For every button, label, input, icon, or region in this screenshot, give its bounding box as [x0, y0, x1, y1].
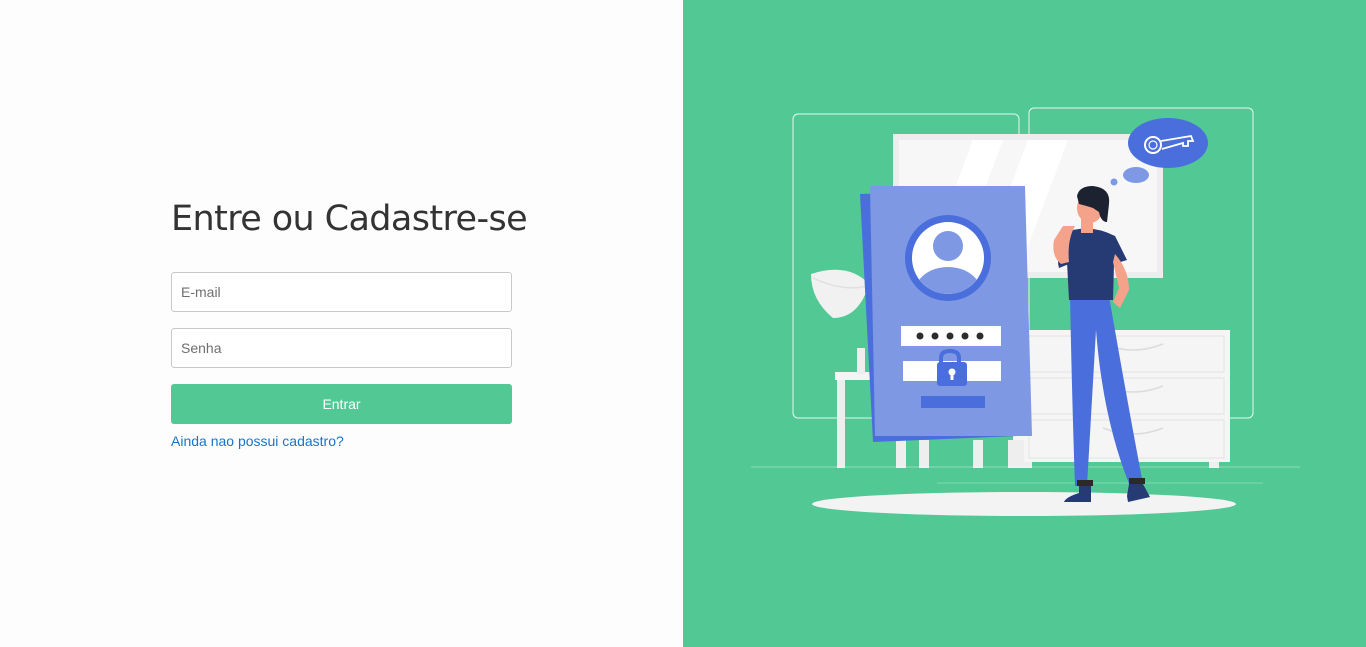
login-form: Entre ou Cadastre-se Entrar Ainda nao po… [171, 196, 528, 451]
login-button[interactable]: Entrar [171, 384, 512, 424]
login-illustration [751, 107, 1300, 516]
floor-shadow [812, 492, 1236, 516]
leaf-shape [811, 269, 869, 318]
signup-link[interactable]: Ainda nao possui cadastro? [171, 433, 344, 449]
email-field[interactable] [171, 272, 512, 312]
login-panel: Entre ou Cadastre-se Entrar Ainda nao po… [0, 0, 683, 647]
password-field[interactable] [171, 328, 512, 368]
illustration-panel [683, 0, 1366, 647]
page-title: Entre ou Cadastre-se [171, 199, 528, 239]
